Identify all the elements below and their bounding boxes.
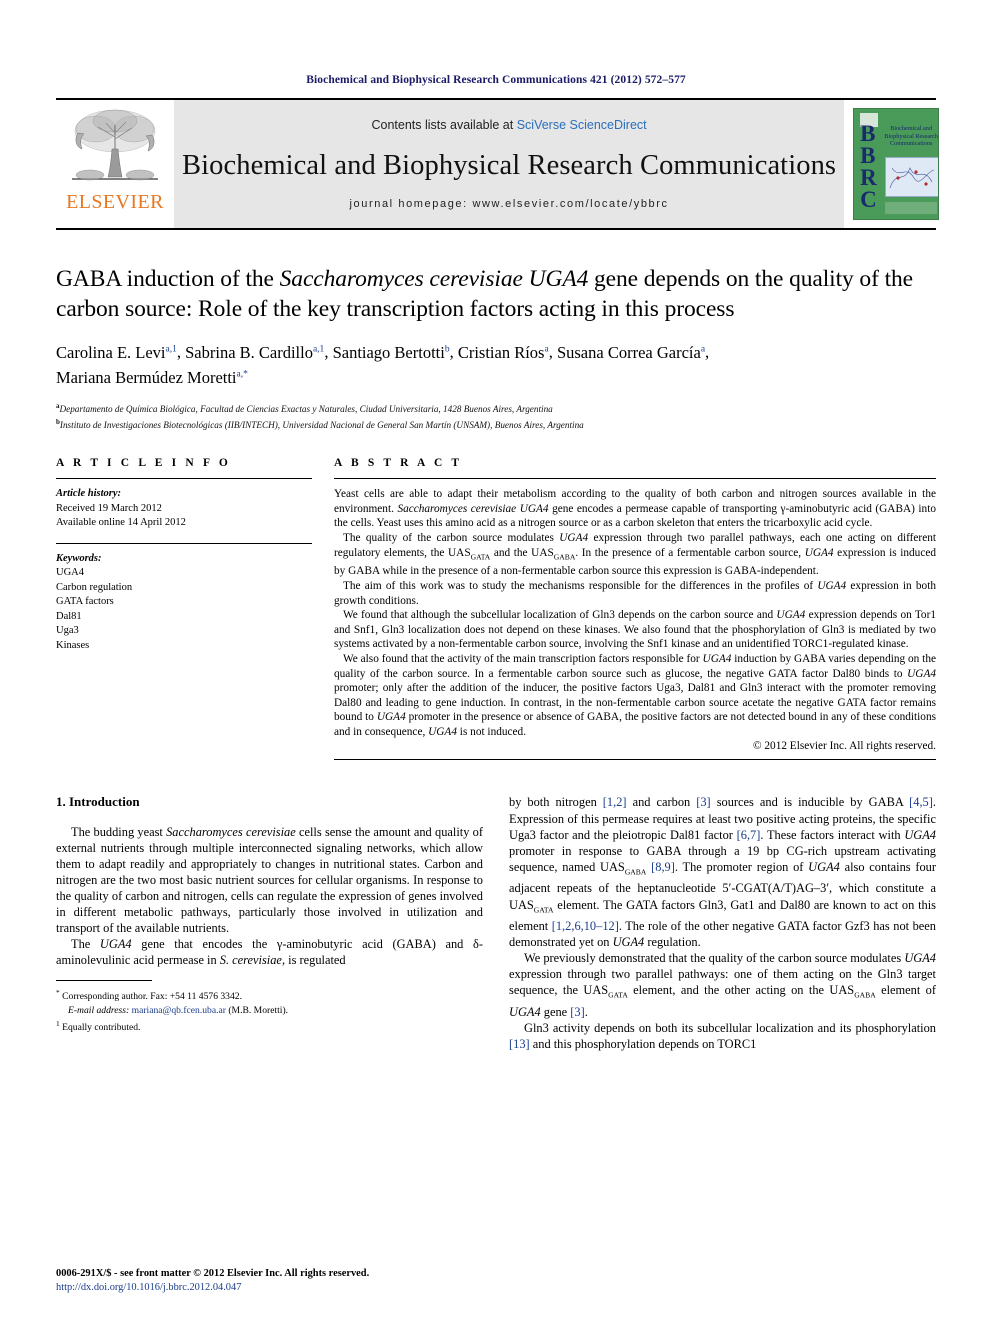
journal-masthead: ELSEVIER Contents lists available at Sci… — [56, 98, 940, 230]
keyword-item: Dal81 — [56, 610, 82, 622]
abstract-paragraph-1: Yeast cells are able to adapt their meta… — [334, 488, 936, 530]
body-paragraph: by both nitrogen [1,2] and carbon [3] so… — [509, 795, 936, 950]
abstract-column: A B S T R A C T Yeast cells are able to … — [334, 457, 937, 761]
keyword-item: GATA factors — [56, 596, 114, 608]
journal-homepage-link[interactable]: journal homepage: www.elsevier.com/locat… — [349, 198, 668, 210]
section-title-introduction: 1. Introduction — [56, 794, 140, 810]
cover-footer-band — [885, 202, 938, 214]
author-list: Carolina E. Levia,1, Sabrina B. Cardillo… — [56, 342, 710, 388]
footnote-email-suffix: (M.B. Moretti). — [228, 1004, 289, 1016]
footnote-asterisk-mark: * — [56, 988, 60, 998]
cover-bbrc-letters: BBRC — [860, 121, 877, 212]
abstract-rule-bottom — [334, 759, 936, 761]
article-history-online: Available online 14 April 2012 — [56, 517, 186, 529]
keyword-item: UGA4 — [56, 567, 84, 579]
elsevier-wordmark: ELSEVIER — [66, 191, 164, 213]
article-info-column: A R T I C L E I N F O Article history: R… — [56, 457, 312, 760]
cover-journal-title: Biochemical and Biophysical Research Com… — [884, 125, 939, 148]
footnote-separator — [56, 980, 152, 982]
contents-available-line: Contents lists available at SciVerse Sci… — [371, 118, 646, 132]
journal-cover-block: BBRC Biochemical and Biophysical Researc… — [844, 100, 948, 228]
abstract-heading: A B S T R A C T — [334, 457, 463, 470]
article-info-rule-top — [56, 478, 312, 480]
keywords-block: Keywords: UGA4 Carbon regulation GATA fa… — [56, 552, 312, 654]
author: Carolina E. Levia,1 — [56, 343, 177, 362]
author: Mariana Bermúdez Morettia,* — [56, 368, 248, 387]
affiliation-a: aDepartamento de Química Biológica, Facu… — [56, 400, 936, 416]
abstract-copyright: © 2012 Elsevier Inc. All rights reserved… — [752, 740, 936, 753]
body-right-column: by both nitrogen [1,2] and carbon [3] so… — [509, 794, 936, 1052]
author-marks: a — [700, 344, 706, 354]
abstract-paragraph-3: The aim of this work was to study the me… — [334, 579, 936, 607]
author-marks: a,* — [236, 369, 248, 380]
bbrc-journal-cover-image: BBRC Biochemical and Biophysical Researc… — [853, 108, 940, 220]
author: Cristian Ríosa — [458, 343, 549, 362]
masthead-center: Contents lists available at SciVerse Sci… — [174, 100, 845, 228]
affiliation-b: bInstituto de Investigaciones Biotecnoló… — [56, 416, 936, 432]
body-paragraph: We previously demonstrated that the qual… — [509, 951, 936, 1019]
journal-title: Biochemical and Biophysical Research Com… — [182, 150, 837, 181]
author-marks: b — [444, 344, 450, 354]
keywords-label: Keywords: — [56, 552, 102, 564]
elsevier-tree-icon — [68, 105, 162, 191]
contents-prefix: Contents lists available at — [371, 118, 517, 132]
abstract-rule-top — [334, 478, 936, 480]
abstract-paragraph-2: The quality of the carbon source modulat… — [334, 531, 936, 578]
author-marks: a — [544, 344, 549, 354]
footnote-email-label: E-mail address: — [68, 1004, 130, 1016]
footnote-corresponding-author: * Corresponding author. Fax: +54 11 4576… — [56, 986, 483, 1003]
author: Sabrina B. Cardilloa,1 — [185, 343, 324, 362]
body-left-column: 1. Introduction The budding yeast Saccha… — [56, 794, 483, 1052]
article-history-received: Received 19 March 2012 — [56, 502, 162, 514]
footer-issn-line: 0006-291X/$ - see front matter © 2012 El… — [56, 1268, 370, 1279]
affiliation-text: Departamento de Química Biológica, Facul… — [59, 404, 553, 415]
affiliation-text: Instituto de Investigaciones Biotecnológ… — [59, 419, 584, 430]
article-info-heading: A R T I C L E I N F O — [56, 457, 231, 470]
author-name: Sabrina B. Cardillo — [185, 342, 313, 362]
footnote-one-mark: 1 — [56, 1018, 60, 1028]
author-name: Santiago Bertotti — [332, 342, 445, 362]
title-block: GABA induction of the Saccharomyces cere… — [56, 264, 936, 431]
abstract-paragraph-4: We found that although the subcellular l… — [334, 609, 936, 651]
footer-doi-link[interactable]: http://dx.doi.org/10.1016/j.bbrc.2012.04… — [56, 1281, 369, 1295]
paper-title: GABA induction of the Saccharomyces cere… — [56, 264, 936, 324]
title-part-1: GABA induction of the — [56, 266, 280, 292]
author-marks: a,1 — [312, 344, 325, 354]
footnote-email-address[interactable]: mariana@qb.fcen.uba.ar — [132, 1005, 226, 1016]
author-name: Carolina E. Levi — [56, 342, 166, 362]
body-paragraph: The UGA4 gene that encodes the γ-aminobu… — [56, 937, 483, 968]
keyword-item: Uga3 — [56, 625, 79, 637]
running-head: Biochemical and Biophysical Research Com… — [306, 74, 686, 86]
author-name: Cristian Ríos — [457, 342, 545, 362]
article-history-label: Article history: — [56, 488, 122, 500]
footnote-equal-contribution: 1 Equally contributed. — [56, 1017, 483, 1034]
footnote-email: E-mail address: mariana@qb.fcen.uba.ar (… — [56, 1004, 483, 1017]
article-first-page: Biochemical and Biophysical Research Com… — [0, 0, 992, 1323]
body-region: 1. Introduction The budding yeast Saccha… — [56, 794, 936, 1052]
keyword-item: Kinases — [56, 639, 90, 651]
author: Susana Correa Garcíaa — [557, 343, 705, 362]
footnote-corresponding-text: Corresponding author. Fax: +54 11 4576 3… — [62, 991, 242, 1003]
author-name: Susana Correa García — [556, 342, 701, 362]
footer-issn-block: 0006-291X/$ - see front matter © 2012 El… — [56, 1267, 369, 1295]
info-abstract-region: A R T I C L E I N F O Article history: R… — [56, 457, 937, 761]
abstract-paragraph-5: We also found that the activity of the m… — [334, 652, 937, 738]
body-paragraph: Gln3 activity depends on both its subcel… — [509, 1021, 936, 1052]
author-name: Mariana Bermúdez Moretti — [56, 368, 237, 387]
sciencedirect-link[interactable]: SciVerse ScienceDirect — [517, 118, 647, 132]
body-paragraph: The budding yeast Saccharomyces cerevisi… — [56, 824, 483, 936]
title-italic-species-gene: Saccharomyces cerevisiae UGA4 — [279, 266, 589, 292]
elsevier-logo: ELSEVIER — [56, 100, 174, 228]
author: Santiago Bertottib — [333, 343, 450, 362]
footnote-equal-text: Equally contributed. — [62, 1021, 141, 1033]
keyword-item: Carbon regulation — [56, 581, 133, 593]
article-info-rule-mid — [56, 542, 312, 544]
author-marks: a,1 — [165, 344, 177, 354]
cover-molecule-image — [885, 157, 939, 197]
